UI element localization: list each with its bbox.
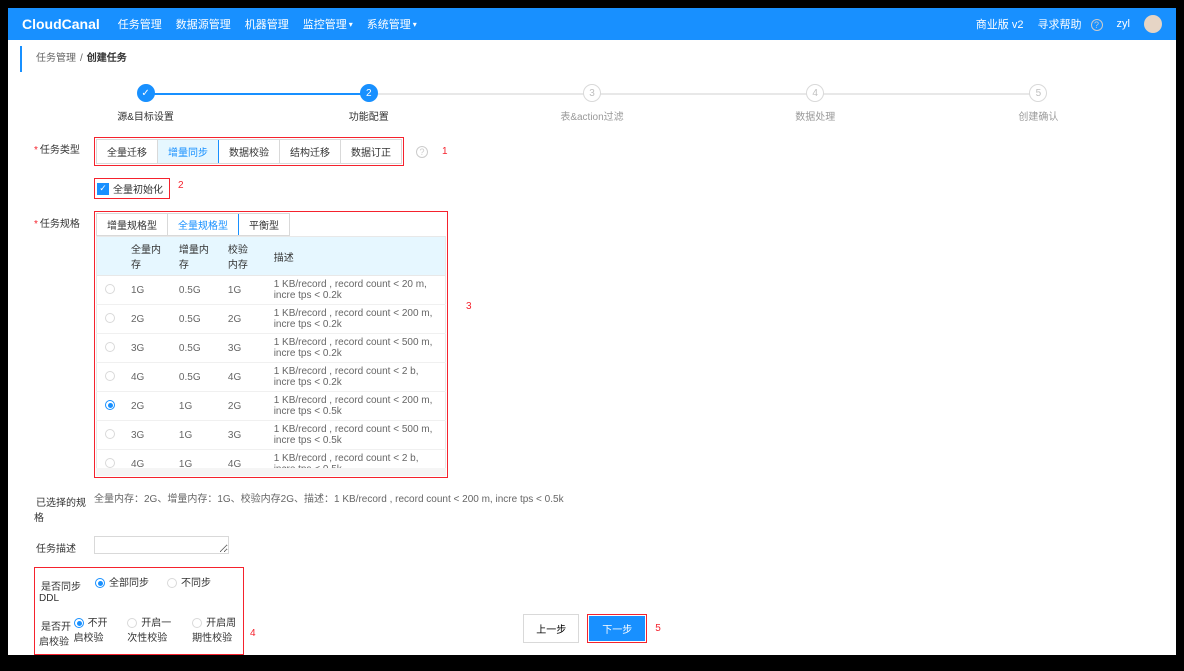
task-type-option[interactable]: 数据校验 <box>219 140 280 163</box>
radio-icon[interactable] <box>105 371 115 381</box>
radio-option[interactable]: 全部同步 <box>95 574 149 589</box>
help-icon[interactable]: ? <box>416 146 428 158</box>
task-type-option[interactable]: 增量同步 <box>158 140 219 163</box>
radio-icon[interactable] <box>105 342 115 352</box>
desc-input[interactable] <box>94 536 229 554</box>
chevron-down-icon: ▾ <box>349 20 353 29</box>
full-init-checkbox[interactable]: ✓ 全量初始化 <box>97 181 163 196</box>
step: 2功能配置 <box>257 84 480 123</box>
step: ✓源&目标设置 <box>34 84 257 123</box>
ddl-label: 是否同步 DDL <box>39 574 95 604</box>
annotation-2: 2 <box>178 180 184 191</box>
task-type-label: 任务类型 <box>34 137 94 156</box>
spec-tab[interactable]: 全量规格型 <box>168 214 239 235</box>
task-type-option[interactable]: 数据订正 <box>341 140 401 163</box>
help-icon: ? <box>1091 19 1103 31</box>
breadcrumb: 任务管理/创建任务 <box>20 46 1176 72</box>
table-row[interactable]: 4G1G4G1 KB/record , record count < 2 b, … <box>97 450 446 477</box>
next-button[interactable]: 下一步 <box>589 616 645 641</box>
version-label: 商业版 v2 <box>976 16 1024 32</box>
table-row[interactable]: 3G1G3G1 KB/record , record count < 500 m… <box>97 421 446 450</box>
help-link[interactable]: 寻求帮助 ? <box>1037 16 1102 32</box>
chevron-down-icon: ▾ <box>413 20 417 29</box>
desc-label: 任务描述 <box>34 536 94 555</box>
check-icon: ✓ <box>97 183 109 195</box>
radio-icon[interactable] <box>105 458 115 468</box>
annotation-5: 5 <box>655 623 661 634</box>
logo: CloudCanal <box>22 16 100 32</box>
nav-item[interactable]: 监控管理▾ <box>303 16 353 32</box>
nav-item[interactable]: 机器管理 <box>245 16 289 32</box>
step: 5创建确认 <box>927 84 1150 123</box>
step: 3表&action过滤 <box>480 84 703 123</box>
spec-table: 全量内存增量内存校验内存描述 1G0.5G1G1 KB/record , rec… <box>96 236 446 476</box>
avatar[interactable] <box>1144 15 1162 33</box>
task-type-option[interactable]: 结构迁移 <box>280 140 341 163</box>
annotation-1: 1 <box>442 146 448 157</box>
nav-item[interactable]: 任务管理 <box>118 16 162 32</box>
selected-spec-label: 已选择的规格 <box>34 490 94 524</box>
user-name: zyl <box>1117 18 1130 30</box>
radio-icon[interactable] <box>105 313 115 323</box>
radio-option[interactable]: 不同步 <box>167 574 211 589</box>
table-row[interactable]: 3G0.5G3G1 KB/record , record count < 500… <box>97 334 446 363</box>
table-row[interactable]: 1G0.5G1G1 KB/record , record count < 20 … <box>97 276 446 305</box>
radio-icon[interactable] <box>105 429 115 439</box>
spec-tab[interactable]: 增量规格型 <box>97 214 168 235</box>
selected-spec-text: 全量内存：2G、增量内存：1G、校验内存2G、描述：1 KB/record , … <box>94 490 564 505</box>
table-row[interactable]: 2G0.5G2G1 KB/record , record count < 200… <box>97 305 446 334</box>
radio-icon[interactable] <box>105 400 115 410</box>
nav-item[interactable]: 数据源管理 <box>176 16 231 32</box>
table-row[interactable]: 2G1G2G1 KB/record , record count < 200 m… <box>97 392 446 421</box>
top-bar: CloudCanal 任务管理数据源管理机器管理监控管理▾ 系统管理▾ 商业版 v… <box>8 8 1176 40</box>
spec-tab[interactable]: 平衡型 <box>239 214 289 235</box>
task-type-option[interactable]: 全量迁移 <box>97 140 158 163</box>
table-row[interactable]: 4G0.5G4G1 KB/record , record count < 2 b… <box>97 363 446 392</box>
spec-label: 任务规格 <box>34 211 94 230</box>
nav-item[interactable]: 系统管理▾ <box>367 16 417 32</box>
step: 4数据处理 <box>704 84 927 123</box>
annotation-3: 3 <box>466 301 472 312</box>
prev-button[interactable]: 上一步 <box>523 614 579 643</box>
radio-icon[interactable] <box>105 284 115 294</box>
